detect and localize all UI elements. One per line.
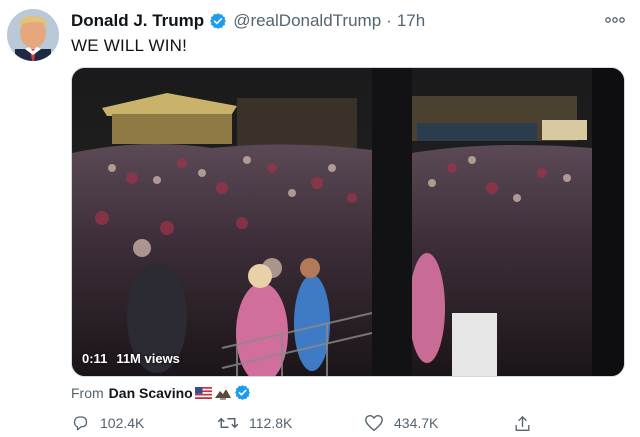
tweet-text: WE WILL WIN! bbox=[71, 36, 188, 55]
retweet-count: 112.8K bbox=[249, 415, 293, 431]
author-handle[interactable]: @realDonaldTrump bbox=[233, 11, 381, 31]
tweet-timestamp[interactable]: 17h bbox=[397, 11, 425, 31]
heart-icon bbox=[365, 414, 383, 432]
avatar-image bbox=[7, 9, 59, 61]
us-flag-icon bbox=[194, 386, 212, 399]
video-frame bbox=[72, 68, 624, 376]
video-player[interactable]: 0:11 11M views bbox=[71, 67, 625, 377]
media-attribution: From Dan Scavino bbox=[71, 384, 251, 401]
share-button[interactable] bbox=[513, 414, 542, 434]
retweet-icon bbox=[217, 418, 239, 428]
video-duration: 0:11 bbox=[82, 351, 108, 366]
verified-badge-icon bbox=[209, 12, 227, 30]
verified-badge-icon bbox=[234, 384, 251, 401]
reply-icon bbox=[73, 416, 88, 431]
like-count: 434.7K bbox=[394, 415, 439, 431]
share-icon bbox=[515, 416, 530, 432]
reply-count: 102.4K bbox=[100, 415, 145, 431]
tweet-actions: 102.4K 112.8K 434.7K bbox=[71, 414, 550, 436]
eagle-icon bbox=[214, 385, 232, 401]
like-button[interactable]: 434.7K bbox=[364, 414, 438, 432]
attribution-user[interactable]: Dan Scavino bbox=[109, 385, 193, 401]
attribution-label: From bbox=[71, 384, 104, 401]
avatar[interactable] bbox=[7, 9, 59, 61]
more-options-icon[interactable] bbox=[604, 10, 626, 30]
tweet-header: Donald J. Trump @realDonaldTrump · 17h bbox=[71, 8, 626, 34]
reply-button[interactable]: 102.4K bbox=[71, 414, 144, 432]
video-views: 11M views bbox=[116, 351, 180, 366]
retweet-button[interactable]: 112.8K bbox=[217, 414, 292, 432]
video-overlay: 0:11 11M views bbox=[82, 351, 180, 366]
separator-dot: · bbox=[386, 11, 392, 30]
author-name[interactable]: Donald J. Trump bbox=[71, 11, 204, 31]
